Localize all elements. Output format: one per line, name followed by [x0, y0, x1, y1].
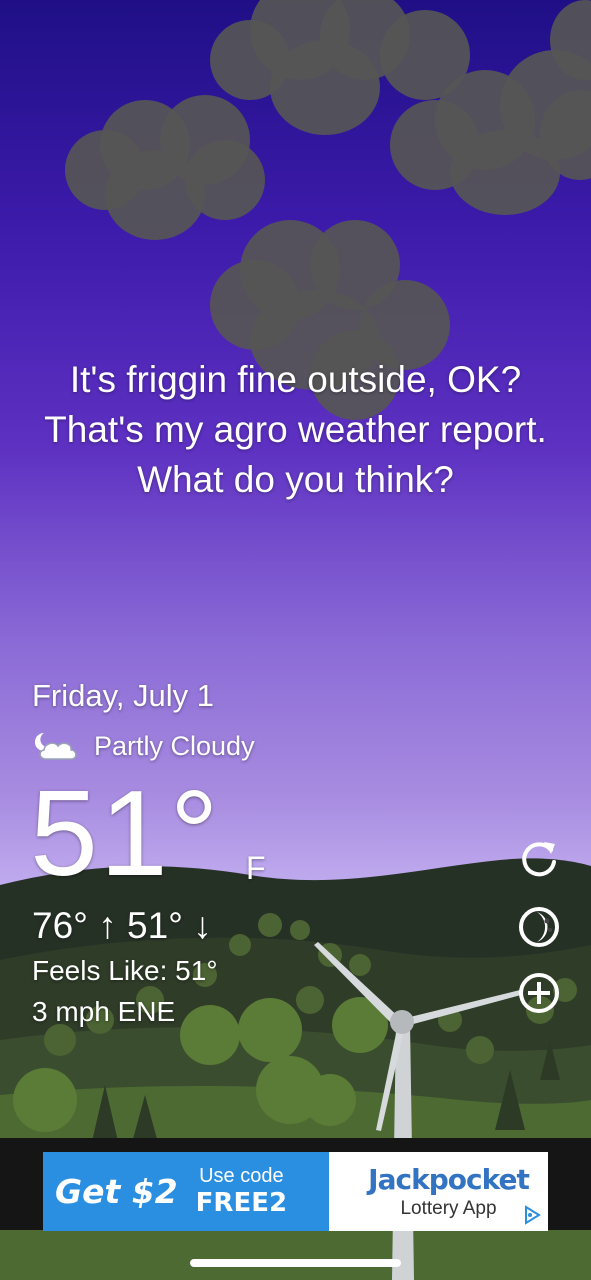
temperature-unit[interactable]: F: [246, 850, 266, 887]
ad-tagline: Lottery App: [400, 1198, 497, 1219]
ad-code-label: Use code: [199, 1164, 284, 1187]
condition-row: Partly Cloudy: [32, 726, 255, 766]
ad-headline: Get $2: [55, 1172, 178, 1211]
forecast-date: Friday, July 1: [32, 678, 215, 713]
ad-offer-panel: Get $2 Use code FREE2: [43, 1152, 353, 1231]
condition-label: Partly Cloudy: [94, 730, 255, 761]
add-location-icon[interactable]: [517, 971, 561, 1015]
weather-screen: It's friggin fine outside, OK? That's my…: [0, 0, 591, 1280]
adchoices-icon[interactable]: [522, 1205, 542, 1225]
ad-brand-panel: Jackpocket Lottery App: [329, 1152, 548, 1231]
home-indicator[interactable]: [190, 1259, 401, 1267]
ad-promo-code: FREE2: [195, 1187, 288, 1218]
ad-brand-logo: Jackpocket: [368, 1163, 530, 1196]
refresh-icon[interactable]: [517, 838, 561, 882]
partly-cloudy-night-icon: [34, 732, 77, 760]
current-temperature: 51°: [30, 765, 221, 901]
moon-phase-icon[interactable]: [517, 905, 561, 949]
agro-quote: It's friggin fine outside, OK? That's my…: [44, 359, 547, 500]
landscape-illustration: [0, 858, 591, 1280]
feels-like: Feels Like: 51°: [32, 955, 218, 986]
high-low-temperature: 76° ↑ 51° ↓: [32, 905, 212, 946]
ad-code-box: Use code FREE2: [196, 1165, 287, 1219]
banner-ad[interactable]: Get $2 Use code FREE2 Jackpocket Lottery…: [43, 1152, 548, 1231]
wind-speed: 3 mph ENE: [32, 996, 176, 1027]
